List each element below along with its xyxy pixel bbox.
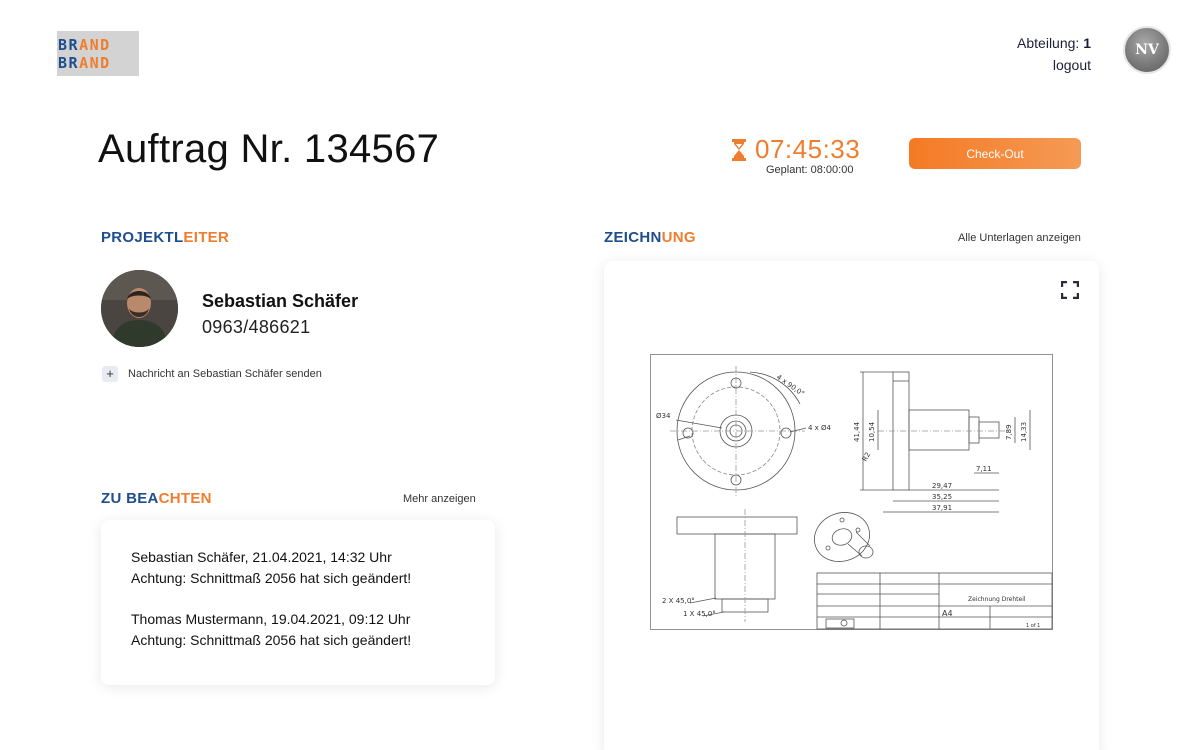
project-lead-avatar <box>101 270 178 347</box>
logout-link[interactable]: logout <box>1017 54 1091 76</box>
page-title: Auftrag Nr. 134567 <box>98 127 440 171</box>
note-header: Thomas Mustermann, 19.04.2021, 09:12 Uhr <box>131 611 411 627</box>
notes-card: Sebastian Schäfer, 21.04.2021, 14:32 Uhr… <box>101 520 495 685</box>
dim-label: 29,47 <box>932 482 952 490</box>
project-lead-name: Sebastian Schäfer <box>202 291 359 311</box>
brand-logo[interactable]: BRAND BRAND <box>57 31 139 76</box>
drawing-card: Ø34 4 x Ø4 4 x 90,0° 41,44 10,54 R2 7,89… <box>604 261 1099 750</box>
send-message-label: Nachricht an Sebastian Schäfer senden <box>128 368 322 380</box>
logo-text: BR <box>58 54 80 72</box>
dim-label: R2 <box>861 451 873 463</box>
planned-time: Geplant: 08:00:00 <box>766 164 854 176</box>
heading-part: UNG <box>661 229 696 246</box>
sheet-size: A4 <box>942 609 953 618</box>
heading-part: CHTEN <box>158 490 212 507</box>
dim-label: 14,33 <box>1020 422 1028 442</box>
dim-label: 7,89 <box>1005 424 1013 440</box>
user-avatar[interactable]: NV <box>1123 26 1171 74</box>
drawing-heading: ZEICHNUNG <box>604 229 696 246</box>
dim-label: 2 X 45,0° <box>662 597 695 605</box>
dim-label: 35,25 <box>932 493 952 501</box>
notes-heading: ZU BEACHTEN <box>101 490 212 507</box>
department-label: Abteilung: <box>1017 35 1080 51</box>
title-block-name: Zeichnung Drehteil <box>968 596 1026 603</box>
send-message-button[interactable]: + Nachricht an Sebastian Schäfer senden <box>102 366 322 382</box>
order-timer: 07:45:33 <box>731 134 860 165</box>
logo-text: BR <box>58 36 80 54</box>
plus-icon: + <box>102 366 118 382</box>
logo-text: AND <box>79 54 111 72</box>
elapsed-time: 07:45:33 <box>755 134 861 164</box>
dim-label: 4 x Ø4 <box>808 424 832 432</box>
project-lead-phone[interactable]: 0963/486621 <box>202 317 310 338</box>
note-text: Achtung: Schnittmaß 2056 hat sich geände… <box>131 570 412 586</box>
dim-label: 10,54 <box>868 421 876 442</box>
department-value: 1 <box>1083 35 1091 51</box>
dim-label: 41,44 <box>853 421 861 442</box>
dim-label: 37,91 <box>932 504 952 512</box>
dim-label: 7,11 <box>976 465 992 473</box>
user-info: Abteilung: 1 logout <box>1017 32 1091 76</box>
note-header: Sebastian Schäfer, 21.04.2021, 14:32 Uhr <box>131 549 392 565</box>
heading-part: EITER <box>183 229 230 246</box>
sheet-count: 1 of 1 <box>1026 623 1040 629</box>
dim-label: 1 X 45,0° <box>683 610 716 618</box>
technical-drawing[interactable]: Ø34 4 x Ø4 4 x 90,0° 41,44 10,54 R2 7,89… <box>650 354 1053 630</box>
dim-label: 4 x 90,0° <box>775 373 806 398</box>
heading-part: ZEICHN <box>604 229 662 246</box>
note-text: Achtung: Schnittmaß 2056 hat sich geände… <box>131 632 412 648</box>
note-item: Sebastian Schäfer, 21.04.2021, 14:32 Uhr… <box>131 547 465 589</box>
show-more-link[interactable]: Mehr anzeigen <box>403 493 476 505</box>
all-documents-link[interactable]: Alle Unterlagen anzeigen <box>958 232 1081 244</box>
dim-label: Ø34 <box>656 412 671 420</box>
fullscreen-icon[interactable] <box>1061 281 1079 299</box>
hourglass-icon <box>732 138 746 161</box>
heading-part: PROJEKTL <box>101 229 184 246</box>
heading-part: ZU BEA <box>101 490 159 507</box>
person-photo <box>101 270 178 347</box>
note-item: Thomas Mustermann, 19.04.2021, 09:12 Uhr… <box>131 609 465 651</box>
logo-text: AND <box>79 36 111 54</box>
project-lead-heading: PROJEKTLEITER <box>101 229 229 246</box>
checkout-button[interactable]: Check-Out <box>909 138 1081 169</box>
